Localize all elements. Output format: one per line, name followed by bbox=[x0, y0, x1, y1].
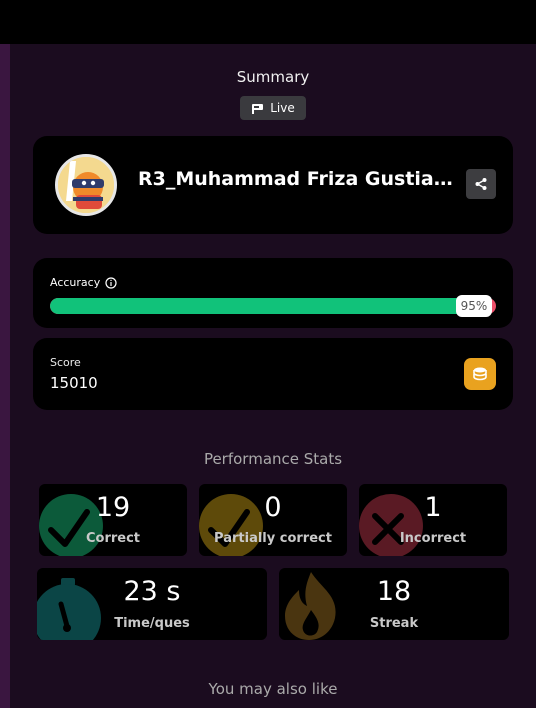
share-button[interactable] bbox=[466, 169, 496, 199]
share-icon bbox=[475, 178, 487, 190]
score-value: 15010 bbox=[50, 374, 98, 392]
accuracy-label-row: Accuracy bbox=[50, 276, 117, 289]
stat-streak-label: Streak bbox=[369, 616, 419, 631]
ninja-avatar-icon bbox=[55, 154, 117, 216]
flag-icon bbox=[252, 103, 264, 114]
performance-stats-title: Performance Stats bbox=[203, 450, 343, 468]
stat-incorrect-label: Incorrect bbox=[399, 531, 467, 546]
accuracy-percent: 95% bbox=[456, 295, 492, 317]
coins-icon bbox=[473, 367, 487, 381]
live-mode-badge: Live bbox=[240, 96, 306, 120]
stat-streak: 18 Streak bbox=[279, 568, 509, 640]
accuracy-bar-fill bbox=[50, 298, 474, 314]
score-label: Score bbox=[50, 356, 81, 369]
live-badge-label: Live bbox=[270, 101, 295, 115]
accuracy-label: Accuracy bbox=[50, 276, 101, 289]
stat-time-per-question: 23 s Time/ques bbox=[37, 568, 267, 640]
stat-partial-label: Partially correct bbox=[214, 531, 332, 546]
info-icon[interactable] bbox=[105, 276, 117, 289]
stat-correct-label: Correct bbox=[85, 531, 141, 546]
stat-streak-value: 18 bbox=[376, 576, 412, 607]
player-name: R3_Muhammad Friza Gustiadi Pr... bbox=[138, 168, 460, 190]
stat-time-value: 23 s bbox=[123, 576, 181, 607]
left-edge-strip bbox=[0, 44, 10, 708]
accuracy-card: Accuracy 95% bbox=[33, 258, 513, 328]
accuracy-bar bbox=[50, 298, 496, 314]
stat-correct-value: 19 bbox=[95, 492, 131, 523]
summary-panel: Summary Live R3_Muhammad Friza Gustiadi … bbox=[10, 44, 536, 708]
stat-partially-correct: 0 Partially correct bbox=[199, 484, 347, 556]
you-may-also-like-title: You may also like bbox=[208, 680, 338, 698]
top-bar bbox=[0, 0, 536, 44]
page-title: Summary bbox=[236, 68, 310, 86]
stat-time-label: Time/ques bbox=[114, 616, 190, 631]
stat-incorrect: 1 Incorrect bbox=[359, 484, 507, 556]
stat-incorrect-value: 1 bbox=[424, 492, 442, 523]
score-card: Score 15010 bbox=[33, 338, 513, 410]
stat-correct: 19 Correct bbox=[39, 484, 187, 556]
stat-partial-value: 0 bbox=[264, 492, 282, 523]
coins-button[interactable] bbox=[464, 358, 496, 390]
player-card: R3_Muhammad Friza Gustiadi Pr... bbox=[33, 136, 513, 234]
